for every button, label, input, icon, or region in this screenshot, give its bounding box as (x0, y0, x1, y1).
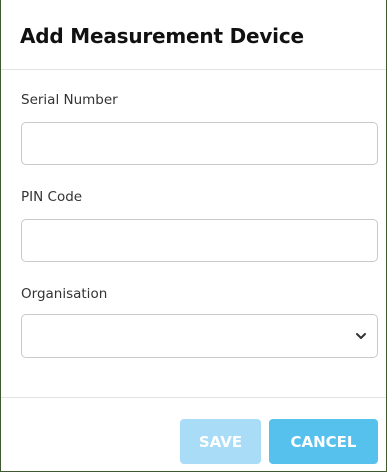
serial-number-input[interactable] (21, 122, 378, 165)
footer-divider (1, 397, 386, 398)
serial-number-label: Serial Number (21, 92, 118, 108)
chevron-down-icon (356, 333, 366, 339)
cancel-button[interactable]: CANCEL (269, 419, 378, 464)
organisation-select[interactable] (21, 314, 378, 358)
dialog-header: Add Measurement Device (1, 0, 386, 70)
pin-code-label: PIN Code (21, 189, 83, 205)
add-device-dialog: Add Measurement Device Serial Number PIN… (0, 0, 387, 472)
dialog-title: Add Measurement Device (20, 24, 304, 48)
save-button[interactable]: SAVE (180, 419, 261, 464)
organisation-label: Organisation (21, 286, 108, 302)
pin-code-input[interactable] (21, 219, 378, 262)
